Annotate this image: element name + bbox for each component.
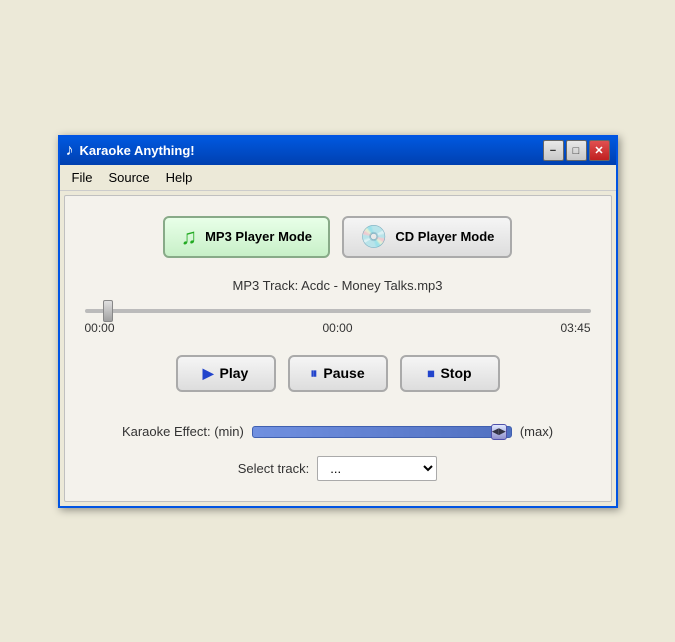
mode-buttons: ♫ MP3 Player Mode 💿 CD Player Mode (85, 216, 591, 258)
time-total: 03:45 (560, 321, 590, 335)
menu-help[interactable]: Help (158, 167, 201, 188)
app-icon: ♪ (66, 142, 74, 160)
stop-button[interactable]: ⏹ Stop (400, 355, 500, 392)
minimize-button[interactable]: − (543, 140, 564, 161)
play-button[interactable]: ▶ Play (176, 355, 276, 392)
karaoke-row: Karaoke Effect: (min) ◀▶ (max) (85, 422, 591, 442)
window-title: Karaoke Anything! (80, 143, 195, 158)
track-select[interactable]: ... Track 1 Track 2 (317, 456, 437, 481)
cd-icon: 💿 (360, 226, 387, 248)
track-label: MP3 Track: Acdc - Money Talks.mp3 (233, 278, 443, 293)
music-note-icon: ♫ (181, 226, 198, 248)
main-window: ♪ Karaoke Anything! − □ ✕ File Source He… (58, 135, 618, 508)
play-label: Play (219, 365, 248, 381)
track-info: MP3 Track: Acdc - Money Talks.mp3 (85, 278, 591, 293)
mp3-mode-button[interactable]: ♫ MP3 Player Mode (163, 216, 330, 258)
titlebar-left: ♪ Karaoke Anything! (66, 142, 195, 160)
progress-track[interactable] (85, 309, 591, 313)
karaoke-slider-container: ◀▶ (252, 422, 512, 442)
maximize-button[interactable]: □ (566, 140, 587, 161)
time-current: 00:00 (322, 321, 352, 335)
menubar: File Source Help (60, 165, 616, 191)
karaoke-label-max: (max) (520, 424, 553, 439)
pause-icon: ⏸ (310, 365, 317, 382)
time-start: 00:00 (85, 321, 115, 335)
karaoke-label-min: Karaoke Effect: (min) (122, 424, 244, 439)
select-row: Select track: ... Track 1 Track 2 (85, 456, 591, 481)
cd-mode-label: CD Player Mode (395, 229, 494, 244)
karaoke-track[interactable]: ◀▶ (252, 426, 512, 438)
titlebar: ♪ Karaoke Anything! − □ ✕ (60, 137, 616, 165)
time-labels: 00:00 00:00 03:45 (85, 321, 591, 335)
titlebar-controls: − □ ✕ (543, 140, 610, 161)
karaoke-thumb[interactable]: ◀▶ (491, 424, 507, 440)
stop-icon: ⏹ (427, 365, 434, 382)
progress-area (85, 309, 591, 313)
progress-thumb[interactable] (103, 300, 113, 322)
menu-source[interactable]: Source (100, 167, 157, 188)
transport-buttons: ▶ Play ⏸ Pause ⏹ Stop (85, 355, 591, 392)
menu-file[interactable]: File (64, 167, 101, 188)
content-area: ♫ MP3 Player Mode 💿 CD Player Mode MP3 T… (64, 195, 612, 502)
mp3-mode-label: MP3 Player Mode (205, 229, 312, 244)
stop-label: Stop (440, 365, 471, 381)
play-icon: ▶ (203, 365, 214, 382)
close-button[interactable]: ✕ (589, 140, 610, 161)
select-track-label: Select track: (238, 461, 310, 476)
cd-mode-button[interactable]: 💿 CD Player Mode (342, 216, 512, 258)
pause-label: Pause (323, 365, 364, 381)
pause-button[interactable]: ⏸ Pause (288, 355, 388, 392)
